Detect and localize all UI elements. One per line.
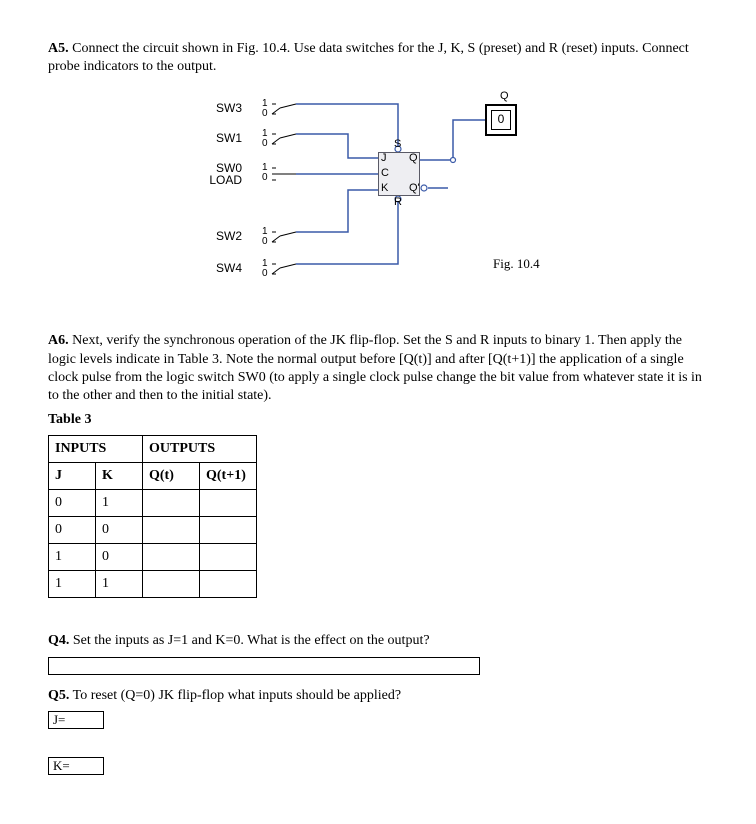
a6-text: Next, verify the synchronous operation o… [48, 333, 702, 403]
probe-value: 0 [491, 110, 511, 130]
q5-k-input[interactable]: K= [48, 757, 104, 775]
pin-c-label: C [381, 167, 389, 179]
table3-hdr-j: J [49, 463, 96, 490]
pin-qbar-label: Q' [409, 182, 420, 194]
table3-hdr-outputs: OUTPUTS [143, 436, 257, 463]
table-row: 1 1 [49, 571, 257, 598]
q5-k-label: K= [53, 758, 70, 773]
cell-k: 0 [96, 517, 143, 544]
cell-k: 1 [96, 571, 143, 598]
cell-k: 1 [96, 490, 143, 517]
sw2-label: SW2 [206, 229, 242, 243]
cell-j: 0 [49, 517, 96, 544]
pin-k-label: K [381, 182, 388, 194]
cell-qt1 [200, 517, 257, 544]
probe-q-label: Q [500, 90, 509, 102]
cell-qt1 [200, 490, 257, 517]
a5-paragraph: A5. Connect the circuit shown in Fig. 10… [48, 40, 708, 76]
cell-qt [143, 571, 200, 598]
a5-text: Connect the circuit shown in Fig. 10.4. … [48, 41, 689, 74]
table3-hdr-qt1: Q(t+1) [200, 463, 257, 490]
table3-hdr-inputs: INPUTS [49, 436, 143, 463]
sw0-tick0: 0 [262, 172, 268, 183]
cell-qt1 [200, 544, 257, 571]
q5-j-label: J= [53, 712, 65, 727]
table3-hdr-qt: Q(t) [143, 463, 200, 490]
a6-label: A6. [48, 333, 69, 348]
table3: INPUTS OUTPUTS J K Q(t) Q(t+1) 0 1 0 0 1… [48, 435, 257, 598]
sw4-label: SW4 [206, 261, 242, 275]
a5-label: A5. [48, 41, 69, 56]
q4-text: Set the inputs as J=1 and K=0. What is t… [73, 633, 430, 648]
cell-k: 0 [96, 544, 143, 571]
figure-label: Fig. 10.4 [493, 256, 540, 272]
pin-s-label: S [394, 138, 401, 150]
q4-answer-input[interactable] [48, 657, 480, 675]
table3-hdr-k: K [96, 463, 143, 490]
table3-title: Table 3 [48, 411, 708, 429]
sw4-tick0: 0 [262, 268, 268, 279]
q5-label: Q5. [48, 688, 69, 703]
cell-j: 0 [49, 490, 96, 517]
q5-paragraph: Q5. To reset (Q=0) JK flip-flop what inp… [48, 687, 708, 705]
cell-qt1 [200, 571, 257, 598]
cell-qt [143, 490, 200, 517]
q4-label: Q4. [48, 633, 69, 648]
cell-qt [143, 517, 200, 544]
pin-j-label: J [381, 152, 387, 164]
sw1-tick0: 0 [262, 138, 268, 149]
pin-r-label: R [394, 196, 402, 208]
cell-qt [143, 544, 200, 571]
sw2-tick0: 0 [262, 236, 268, 247]
q5-j-input[interactable]: J= [48, 711, 104, 729]
sw0-label-2: LOAD [209, 173, 242, 187]
a6-paragraph: A6. Next, verify the synchronous operati… [48, 332, 708, 405]
table-row: 0 0 [49, 517, 257, 544]
pin-q-label: Q [409, 152, 418, 164]
cell-j: 1 [49, 544, 96, 571]
q5-text: To reset (Q=0) JK flip-flop what inputs … [73, 688, 401, 703]
cell-j: 1 [49, 571, 96, 598]
circuit-wires [48, 96, 708, 316]
sw3-label: SW3 [206, 101, 242, 115]
sw1-label: SW1 [206, 131, 242, 145]
table-row: 1 0 [49, 544, 257, 571]
table-row: 0 1 [49, 490, 257, 517]
sw3-tick0: 0 [262, 108, 268, 119]
q4-paragraph: Q4. Set the inputs as J=1 and K=0. What … [48, 632, 708, 650]
circuit-diagram: SW3 SW1 SW0 LOAD SW2 SW4 10 10 10 10 10 … [48, 96, 708, 316]
